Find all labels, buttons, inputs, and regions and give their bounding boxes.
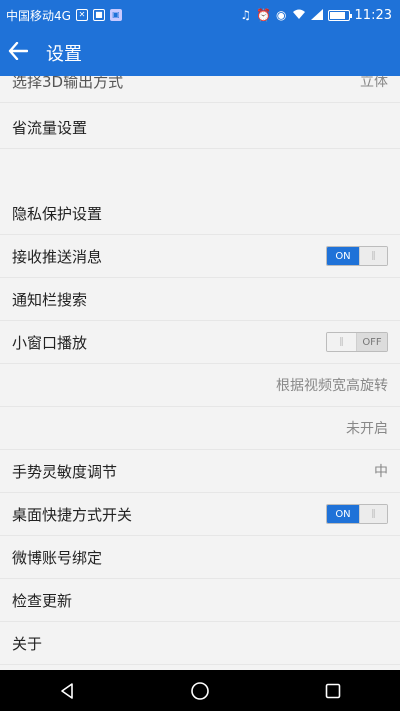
- app-icon: ▣: [109, 9, 122, 21]
- settings-row-label: 检查更新: [12, 591, 73, 610]
- push-messages-toggle[interactable]: ON ‖: [326, 246, 388, 266]
- battery-icon: [327, 9, 352, 21]
- app-bar: 设置: [0, 30, 400, 76]
- toggle-knob: ‖: [359, 247, 387, 265]
- signal-icon: [310, 8, 323, 22]
- status-bar-left: 中国移动4G ✕ ■ ▣: [6, 7, 122, 24]
- settings-row-label: 选择3D输出方式: [12, 76, 124, 91]
- settings-list[interactable]: 选择3D输出方式 立体 省流量设置 隐私保护设置 接收推送消息 ON ‖ 通知栏…: [0, 76, 400, 670]
- recents-square-icon[interactable]: [303, 670, 363, 711]
- wifi-icon: [292, 9, 306, 22]
- settings-row-notif-search[interactable]: 通知栏搜索: [0, 278, 400, 321]
- toggle-knob: ‖: [327, 333, 357, 351]
- status-bar: 中国移动4G ✕ ■ ▣ ♫ ⏰ ◉ 11:23: [0, 0, 400, 30]
- settings-row-label: 小窗口播放: [12, 333, 88, 352]
- eye-icon: ◉: [276, 8, 287, 22]
- settings-row-gesture-sensitivity[interactable]: 手势灵敏度调节 中: [0, 450, 400, 493]
- settings-row-about[interactable]: 关于: [0, 622, 400, 665]
- settings-row-value: 立体: [360, 76, 388, 90]
- settings-row-label: 微博账号绑定: [12, 548, 103, 567]
- page-title: 设置: [46, 44, 82, 65]
- mini-window-toggle[interactable]: ‖ OFF: [326, 332, 388, 352]
- notification-icon: ■: [92, 9, 105, 21]
- settings-row-3d-output[interactable]: 选择3D输出方式 立体: [0, 76, 400, 103]
- status-bar-right: ♫ ⏰ ◉ 11:23: [240, 8, 392, 23]
- navigation-bar: [0, 670, 400, 711]
- arrow-left-icon[interactable]: [8, 41, 40, 65]
- home-circle-icon[interactable]: [170, 670, 230, 711]
- settings-row-push-messages[interactable]: 接收推送消息 ON ‖: [0, 235, 400, 278]
- settings-row-weibo-binding[interactable]: 微博账号绑定: [0, 536, 400, 579]
- back-triangle-icon[interactable]: [37, 670, 97, 711]
- settings-row-privacy[interactable]: 隐私保护设置: [0, 192, 400, 235]
- toggle-on-label: ON: [327, 247, 359, 265]
- settings-row-value: 中: [374, 464, 388, 480]
- alarm-icon: ⏰: [256, 8, 272, 22]
- settings-row-label: 省流量设置: [12, 118, 88, 137]
- settings-row-label: 通知栏搜索: [12, 290, 88, 309]
- settings-row-label: 接收推送消息: [12, 247, 103, 266]
- toggle-on-label: ON: [327, 505, 359, 523]
- carrier-label: 中国移动4G: [6, 8, 71, 23]
- settings-row-value: 未开启: [346, 421, 388, 437]
- settings-row-mini-window[interactable]: 小窗口播放 ‖ OFF: [0, 321, 400, 364]
- usb-icon: ✕: [75, 9, 88, 21]
- settings-row-blank: [0, 149, 400, 192]
- settings-row-label: 隐私保护设置: [12, 204, 103, 223]
- settings-row-data-saving[interactable]: 省流量设置: [0, 106, 400, 149]
- settings-row-label: 桌面快捷方式开关: [12, 505, 133, 524]
- settings-row-label: 关于: [12, 634, 43, 653]
- settings-row-rotation[interactable]: 根据视频宽高旋转: [0, 364, 400, 407]
- settings-row-unopened[interactable]: 未开启: [0, 407, 400, 450]
- toggle-knob: ‖: [359, 505, 387, 523]
- settings-row-label: 手势灵敏度调节: [12, 462, 118, 481]
- clock-time: 11:23: [354, 7, 392, 23]
- settings-row-check-update[interactable]: 检查更新: [0, 579, 400, 622]
- desktop-shortcut-toggle[interactable]: ON ‖: [326, 504, 388, 524]
- settings-row-value: 根据视频宽高旋转: [276, 378, 388, 394]
- headphones-icon: ♫: [240, 8, 252, 22]
- toggle-off-label: OFF: [357, 333, 387, 351]
- settings-row-desktop-shortcut[interactable]: 桌面快捷方式开关 ON ‖: [0, 493, 400, 536]
